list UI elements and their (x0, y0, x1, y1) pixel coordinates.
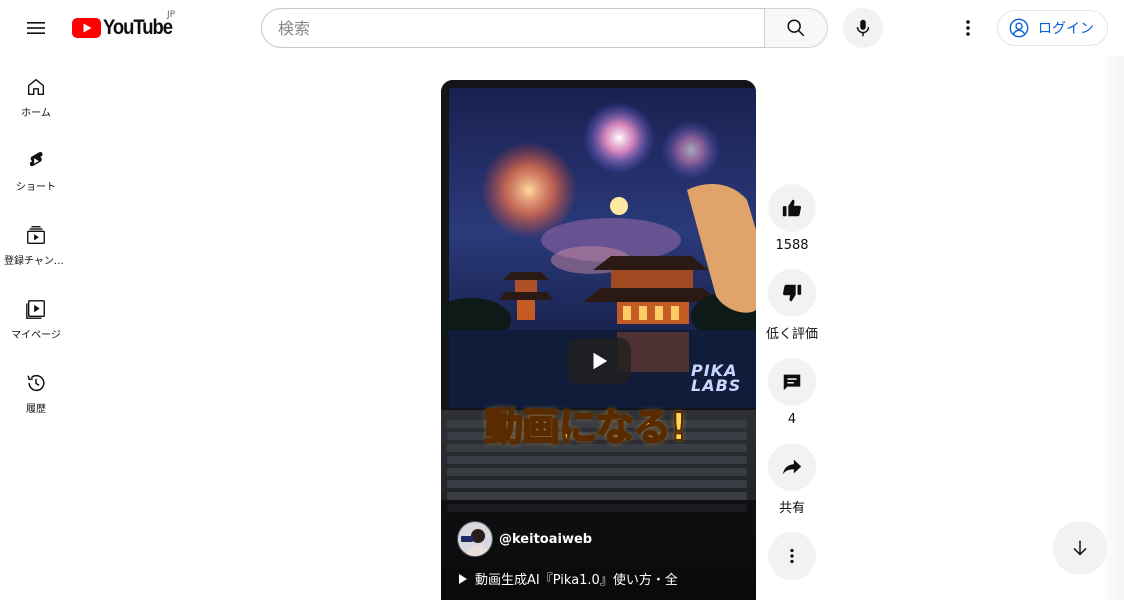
search-icon (787, 19, 805, 37)
play-icon (593, 352, 608, 370)
history-icon (27, 375, 45, 392)
sidebar-item-history[interactable]: 履歴 (0, 352, 72, 426)
home-icon (27, 78, 45, 96)
channel-handle[interactable]: @keitoaiweb (499, 532, 592, 547)
logo-text: YouTube (103, 16, 173, 39)
microphone-icon (856, 19, 870, 37)
share-icon (782, 459, 802, 475)
hamburger-icon (27, 22, 45, 34)
navigation-edge-shadow (1100, 56, 1124, 600)
action-bar: 1588 低く評価 4 共有 (764, 184, 820, 596)
comment-count: 4 (787, 412, 797, 427)
sidebar-item-subscriptions[interactable]: 登録チャンネル (0, 204, 72, 278)
dislike-action: 低く評価 (764, 269, 820, 342)
dislike-button[interactable] (768, 269, 816, 317)
thumbs-down-icon (782, 284, 802, 302)
settings-more-button[interactable] (948, 8, 988, 48)
sidebar-item-label: 履歴 (26, 404, 46, 415)
watermark-logo: PIKA LABS (691, 361, 742, 395)
login-label: ログイン (1038, 21, 1094, 37)
voice-search-button[interactable] (843, 8, 883, 48)
more-actions-button[interactable] (768, 532, 816, 580)
arrow-down-icon (1073, 540, 1087, 556)
like-count: 1588 (775, 238, 809, 253)
more-action (764, 532, 820, 580)
sidebar-item-label: ホーム (21, 108, 51, 119)
like-action: 1588 (764, 184, 820, 253)
shorts-icon (29, 152, 43, 167)
comments-button[interactable] (768, 358, 816, 406)
like-button[interactable] (768, 184, 816, 232)
search-input[interactable] (261, 8, 764, 48)
youtube-logo[interactable]: YouTube JP (72, 10, 181, 40)
video-caption-overlay: 動画になる! (484, 404, 688, 450)
account-circle-icon (1009, 18, 1029, 38)
dislike-label: 低く評価 (765, 327, 818, 342)
subscriptions-icon (27, 226, 45, 244)
video-title-text: 動画生成AI『Pika1.0』使い方・全 (475, 573, 678, 588)
sidebar-item-shorts[interactable]: ショート (0, 130, 72, 204)
sidebar-item-label: ショート (16, 182, 56, 193)
youtube-play-logo-icon (72, 18, 101, 38)
avatar-image (458, 522, 492, 556)
search-button[interactable] (764, 8, 828, 48)
more-vertical-icon (966, 20, 970, 36)
mini-guide: ホーム ショート 登録チャンネル マイページ 履歴 (0, 56, 72, 426)
masthead: YouTube JP ログイン (0, 0, 1124, 56)
guide-menu-button[interactable] (16, 8, 56, 48)
search-box (261, 8, 828, 48)
play-button[interactable] (567, 338, 631, 384)
share-button[interactable] (768, 443, 816, 491)
shorts-video-player[interactable]: 動画になる! PIKA LABS @keitoaiweb 動画生成AI『Pika… (441, 80, 756, 600)
login-button[interactable]: ログイン (997, 10, 1108, 46)
country-code: JP (167, 10, 176, 20)
thumbs-up-icon (782, 199, 802, 217)
comment-icon (783, 374, 801, 391)
channel-avatar[interactable] (457, 521, 493, 557)
next-video-button[interactable] (1053, 521, 1107, 575)
sidebar-item-home[interactable]: ホーム (0, 56, 72, 130)
comment-action: 4 (764, 358, 820, 427)
sidebar-item-library[interactable]: マイページ (0, 278, 72, 352)
sidebar-item-label: マイページ (11, 330, 61, 341)
channel-info[interactable]: @keitoaiweb (457, 521, 592, 557)
more-vertical-icon (790, 548, 794, 564)
library-icon (26, 300, 45, 319)
share-label: 共有 (778, 501, 805, 516)
share-action: 共有 (764, 443, 820, 516)
expand-triangle-icon (459, 573, 467, 584)
sidebar-item-label: 登録チャンネル (4, 256, 68, 267)
video-title[interactable]: 動画生成AI『Pika1.0』使い方・全 (459, 569, 678, 588)
